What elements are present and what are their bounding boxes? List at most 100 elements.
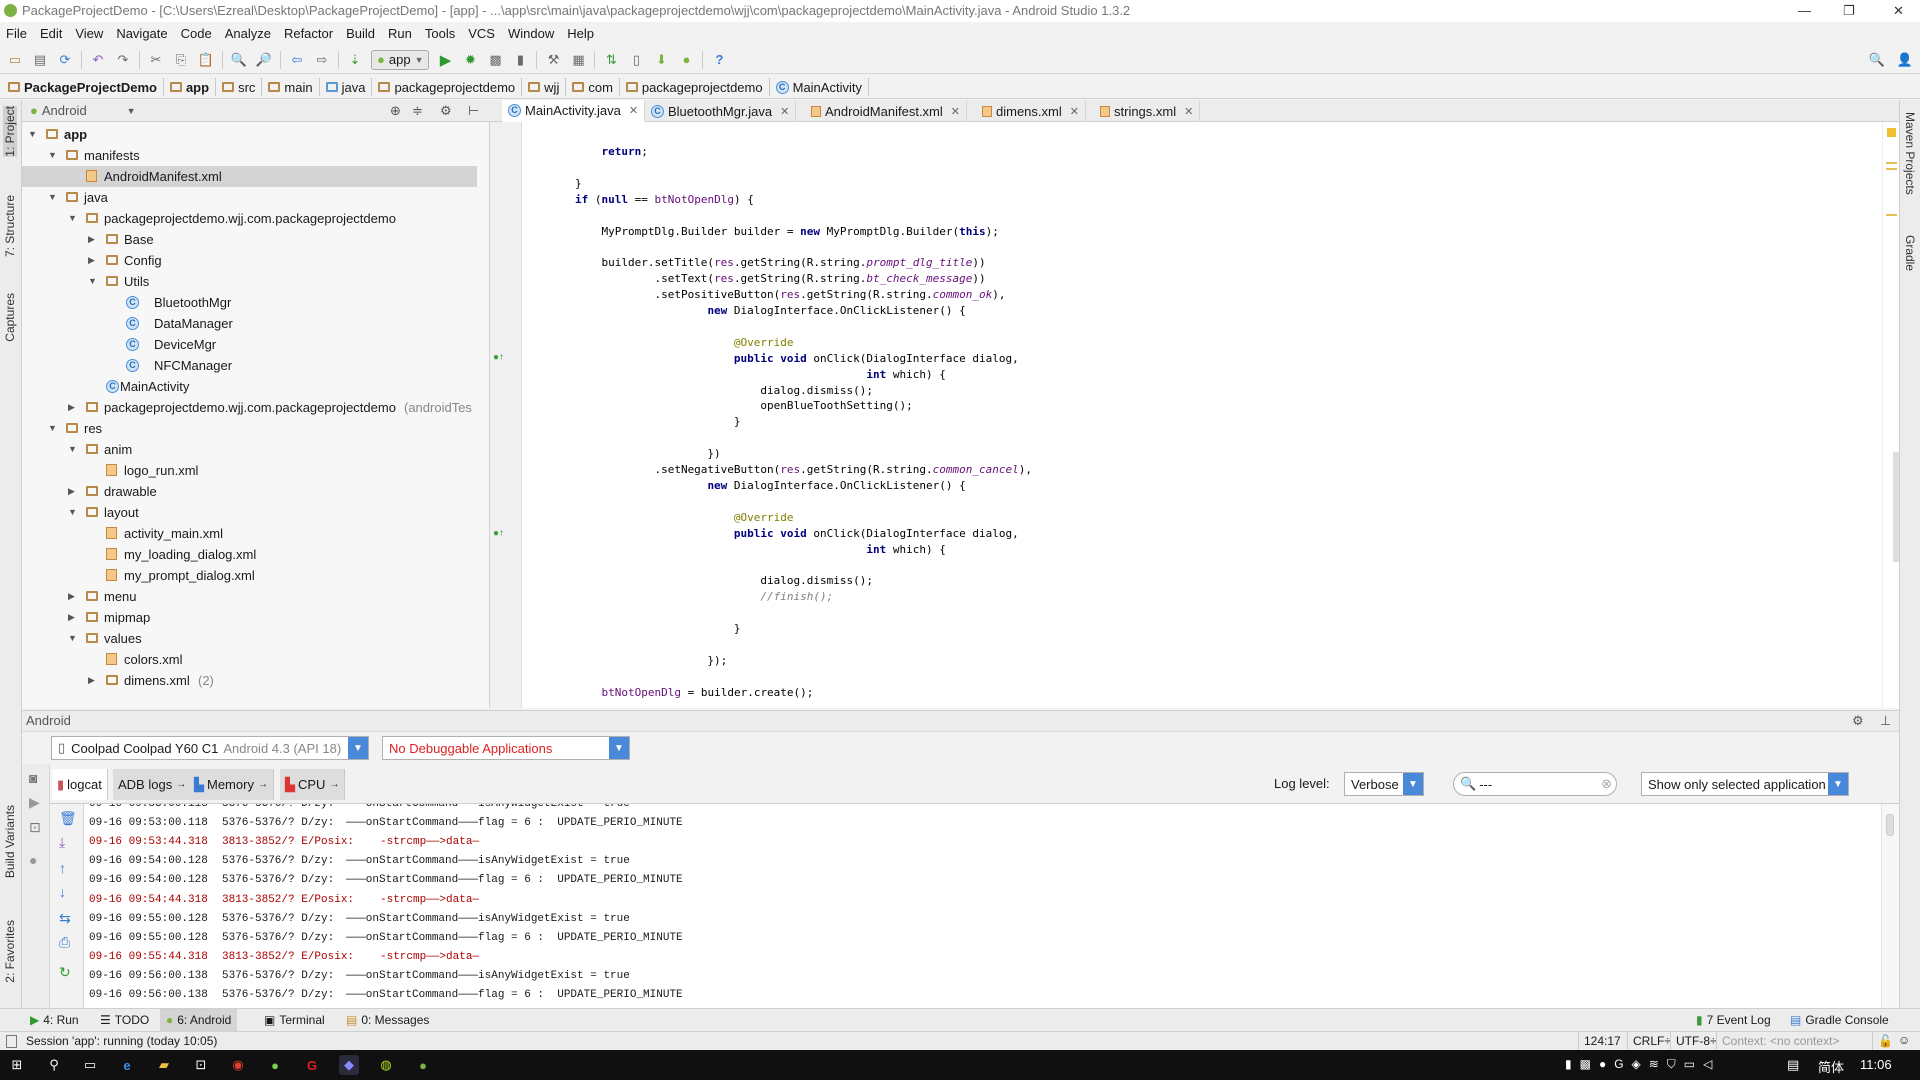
search-icon[interactable]: ⚲	[44, 1055, 64, 1075]
tree-item[interactable]: ▶ dimens.xml (2)	[22, 670, 477, 691]
menu-analyze[interactable]: Analyze	[225, 26, 271, 41]
ime-indicator[interactable]: 简体	[1818, 1057, 1844, 1076]
breadcrumb-java[interactable]: java	[325, 78, 373, 96]
chevron-down-icon[interactable]: ▼	[1828, 773, 1848, 795]
caret-position[interactable]: 124:17	[1578, 1032, 1626, 1051]
menu-file[interactable]: File	[6, 26, 27, 41]
tree-item[interactable]: my_loading_dialog.xml	[22, 544, 477, 565]
tree-item[interactable]: activity_main.xml	[22, 523, 477, 544]
menu-vcs[interactable]: VCS	[468, 26, 495, 41]
tree-item[interactable]: ▼ layout	[22, 502, 477, 523]
android-monitor-icon[interactable]: ●	[677, 51, 695, 69]
print-icon[interactable]: ⎙	[59, 934, 70, 951]
device-select[interactable]: ▯ Coolpad Coolpad Y60 C1 Android 4.3 (AP…	[51, 736, 369, 760]
tool-terminal[interactable]: ▣ Terminal	[258, 1009, 331, 1031]
tool-structure[interactable]: 7: Structure	[3, 195, 17, 257]
tab-logcat[interactable]: ▮ logcat	[52, 769, 108, 800]
expanded-arrow-icon[interactable]: ▼	[88, 271, 98, 292]
tree-item[interactable]: ▶ packageprojectdemo.wjj.com.packageproje…	[22, 397, 477, 418]
screen-record-icon[interactable]: ▶	[29, 794, 40, 811]
menu-build[interactable]: Build	[346, 26, 375, 41]
tree-item[interactable]: ▶ menu	[22, 586, 477, 607]
breadcrumb-class[interactable]: C MainActivity	[775, 78, 869, 96]
debug-icon[interactable]: ✹	[461, 51, 479, 69]
replace-icon[interactable]: 🔎	[255, 51, 273, 69]
collapsed-arrow-icon[interactable]: ▶	[88, 250, 98, 271]
tree-item[interactable]: ▶ Config	[22, 250, 477, 271]
chevron-down-icon[interactable]: ▼	[609, 737, 629, 759]
hide-panel-icon[interactable]: ⊢	[468, 103, 479, 119]
help-icon[interactable]: ?	[710, 51, 728, 69]
tool-messages[interactable]: ▤ 0: Messages	[340, 1009, 435, 1031]
editor-tab[interactable]: AndroidManifest.xml ✕	[805, 100, 967, 122]
close-tab-icon[interactable]: ✕	[1184, 105, 1193, 118]
menu-run[interactable]: Run	[388, 26, 412, 41]
forward-icon[interactable]: ⇨	[313, 51, 331, 69]
cut-icon[interactable]: ✂	[147, 51, 165, 69]
wechat-icon[interactable]: ●	[265, 1055, 285, 1075]
attach-debugger-icon[interactable]: ▮	[511, 51, 529, 69]
tree-item[interactable]: logo_run.xml	[22, 460, 477, 481]
tool-project[interactable]: 1: Project	[3, 106, 17, 157]
redo-icon[interactable]: ↷	[114, 51, 132, 69]
tool-event-log[interactable]: ▮ 7 Event Log	[1690, 1009, 1777, 1031]
run-configuration-select[interactable]: ● app ▼	[371, 49, 430, 70]
make-project-icon[interactable]: ⇣	[346, 51, 364, 69]
expanded-arrow-icon[interactable]: ▼	[48, 418, 58, 439]
error-stripe[interactable]	[1882, 122, 1899, 708]
breadcrumb-app[interactable]: app	[169, 78, 217, 96]
avd-manager-icon[interactable]: ▯	[627, 51, 645, 69]
inspector-icon[interactable]: ☺	[1898, 1033, 1910, 1047]
editor-tab[interactable]: dimens.xml ✕	[976, 100, 1086, 122]
tree-item[interactable]: C MainActivity	[22, 376, 477, 397]
tree-item[interactable]: C DataManager	[22, 313, 477, 334]
clear-log-icon[interactable]: 🗑	[59, 810, 77, 827]
collapsed-arrow-icon[interactable]: ▶	[88, 229, 98, 250]
tree-item[interactable]: ▶ mipmap	[22, 607, 477, 628]
gradle-sync-icon[interactable]: ⇅	[602, 51, 620, 69]
coverage-icon[interactable]: ▩	[486, 51, 504, 69]
sdk-manager-icon[interactable]: ▦	[569, 51, 587, 69]
expanded-arrow-icon[interactable]: ▼	[68, 208, 78, 229]
chevron-down-icon[interactable]: ▼	[127, 106, 136, 116]
tree-item[interactable]: ▼ values	[22, 628, 477, 649]
menu-view[interactable]: View	[75, 26, 103, 41]
screenshot-icon[interactable]: ◙	[29, 770, 37, 786]
lock-icon[interactable]: 🔓	[1872, 1032, 1898, 1051]
breadcrumb-src[interactable]: src	[222, 78, 263, 96]
up-arrow-icon[interactable]: ↑	[59, 860, 66, 876]
tree-item[interactable]: ▼ app	[22, 124, 477, 145]
menu-navigate[interactable]: Navigate	[116, 26, 167, 41]
tree-item[interactable]: ▼ anim	[22, 439, 477, 460]
tree-item[interactable]: ▼ Utils	[22, 271, 477, 292]
warning-indicator-icon[interactable]	[1887, 128, 1896, 137]
menu-window[interactable]: Window	[508, 26, 554, 41]
log-search-input[interactable]: 🔍 --- ⊗	[1453, 772, 1617, 796]
filter-select[interactable]: Show only selected application ▼	[1641, 772, 1849, 796]
expanded-arrow-icon[interactable]: ▼	[68, 439, 78, 460]
breadcrumb-wjj[interactable]: wjj	[528, 78, 567, 96]
file-encoding[interactable]: UTF-8÷	[1670, 1032, 1722, 1051]
breadcrumb-com[interactable]: com	[572, 78, 620, 96]
code-editor[interactable]: return; } if (null == btNotOpenDlg) { My…	[522, 122, 1882, 708]
app-icon[interactable]: ◍	[376, 1055, 396, 1075]
terminate-icon[interactable]: ●	[29, 852, 37, 868]
tree-item[interactable]: colors.xml	[22, 649, 477, 670]
tree-item[interactable]: ▼ res	[22, 418, 477, 439]
close-tab-icon[interactable]: ✕	[780, 105, 789, 118]
settings-gear-icon[interactable]: ⚙	[1852, 711, 1864, 731]
close-tab-icon[interactable]: ✕	[629, 104, 638, 117]
tree-item[interactable]: ▼ packageprojectdemo.wjj.com.packageproje…	[22, 208, 477, 229]
implements-marker-icon[interactable]: ●↑	[493, 352, 504, 363]
project-structure-icon[interactable]: ⚒	[544, 51, 562, 69]
tree-item[interactable]: C BluetoothMgr	[22, 292, 477, 313]
tab-memory[interactable]: ▙ Memory →	[189, 769, 274, 800]
tree-item[interactable]: C NFCManager	[22, 355, 477, 376]
tool-run[interactable]: ▶ 4: Run	[24, 1009, 85, 1031]
breadcrumb-main[interactable]: main	[268, 78, 320, 96]
editor-scrollbar[interactable]	[1893, 452, 1899, 562]
editor-tab[interactable]: C BluetoothMgr.java ✕	[645, 100, 797, 122]
tree-item[interactable]: C DeviceMgr	[22, 334, 477, 355]
file-explorer-icon[interactable]: ▰	[154, 1055, 174, 1075]
scroll-from-source-icon[interactable]: ⊕	[390, 103, 401, 119]
